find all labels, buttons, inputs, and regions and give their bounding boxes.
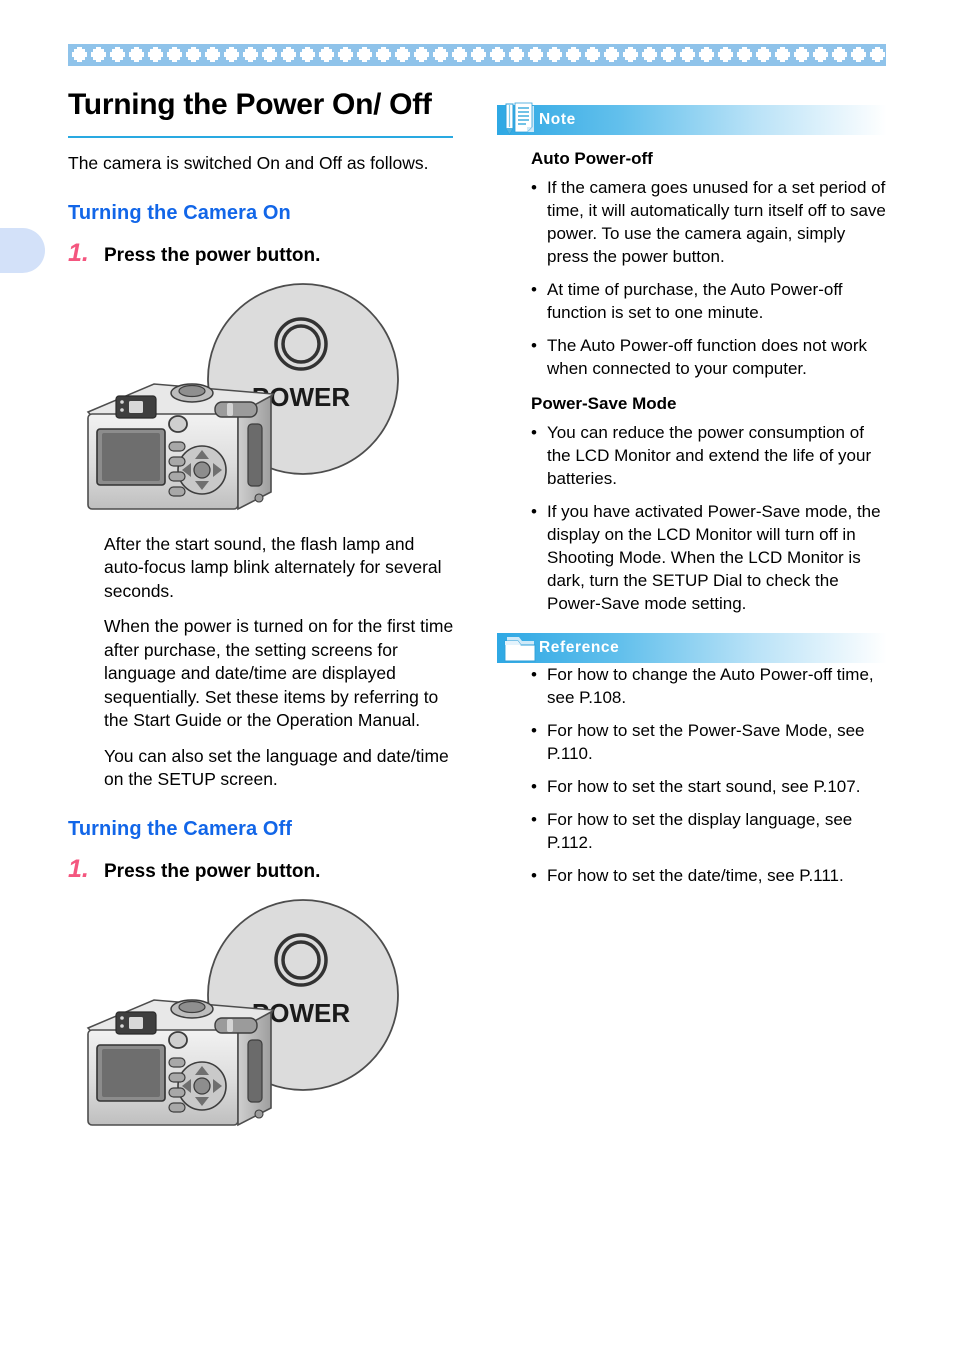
band-motif: [850, 44, 869, 66]
band-motif: [698, 44, 717, 66]
band-motif: [185, 44, 204, 66]
band-motif: [584, 44, 603, 66]
band-motif: [603, 44, 622, 66]
band-motif: [394, 44, 413, 66]
band-motif: [337, 44, 356, 66]
band-motif: [109, 44, 128, 66]
band-motif-row: [71, 44, 886, 66]
band-motif: [280, 44, 299, 66]
reference-bullet-item: For how to set the display language, see…: [531, 808, 887, 854]
left-column: Turning the Power On/ Off The camera is …: [68, 85, 458, 1135]
band-motif: [147, 44, 166, 66]
band-motif: [242, 44, 261, 66]
note-group-title: Power-Save Mode: [531, 394, 677, 413]
band-motif: [736, 44, 755, 66]
band-motif: [565, 44, 584, 66]
subheading-turning-camera-on: Turning the Camera On: [68, 201, 291, 224]
band-motif: [375, 44, 394, 66]
band-motif: [204, 44, 223, 66]
band-motif: [679, 44, 698, 66]
band-motif: [793, 44, 812, 66]
band-motif: [527, 44, 546, 66]
note-group-auto-power-off: Auto Power-off If the camera goes unused…: [497, 149, 887, 380]
step-item: 1. Press the power button.: [68, 239, 458, 268]
folder-icon: [497, 633, 539, 663]
power-button-on-camera: [168, 1030, 188, 1049]
reference-bullet-item: For how to set the Power-Save Mode, see …: [531, 719, 887, 765]
step-number: 1.: [68, 238, 89, 267]
camera-illustration-svg: POWER: [86, 898, 399, 1126]
band-motif: [451, 44, 470, 66]
figure-camera-power-off: POWER: [68, 890, 458, 1135]
paragraph: After the start sound, the flash lamp an…: [104, 533, 442, 601]
band-motif: [717, 44, 736, 66]
title-underline-rule: [68, 136, 453, 138]
band-motif: [470, 44, 489, 66]
band-motif: [622, 44, 641, 66]
reference-banner-label: Reference: [539, 639, 620, 656]
band-motif: [660, 44, 679, 66]
band-motif: [299, 44, 318, 66]
chapter-tab: [0, 228, 45, 273]
right-column: Note Auto Power-off If the camera goes u…: [497, 102, 887, 897]
figure-camera-power-on: POWER: [68, 274, 458, 519]
step-instruction: Press the power button.: [104, 244, 321, 266]
note-bullet-list: You can reduce the power consumption of …: [531, 421, 887, 615]
band-motif: [812, 44, 831, 66]
note-bullet-list: If the camera goes unused for a set peri…: [531, 176, 887, 380]
band-motif: [356, 44, 375, 66]
band-motif: [432, 44, 451, 66]
subheading-turning-camera-off: Turning the Camera Off: [68, 817, 293, 840]
note-bullet-item: At time of purchase, the Auto Power-off …: [531, 278, 887, 324]
band-motif: [71, 44, 90, 66]
note-banner-label: Note: [539, 111, 576, 128]
band-motif: [128, 44, 147, 66]
note-bullet-item: If you have activated Power-Save mode, t…: [531, 500, 887, 615]
note-pencil-paper-icon: [497, 102, 539, 135]
step-number: 1.: [68, 854, 89, 883]
note-bullet-item: If the camera goes unused for a set peri…: [531, 176, 887, 268]
step-instruction: Press the power button.: [104, 860, 321, 882]
note-bullet-item: The Auto Power-off function does not wor…: [531, 334, 887, 380]
paragraph: You can also set the language and date/t…: [104, 745, 449, 790]
step-item: 1. Press the power button.: [68, 855, 458, 884]
band-motif: [489, 44, 508, 66]
camera-illustration-svg: POWER: [86, 282, 399, 510]
band-motif: [869, 44, 886, 66]
band-motif: [831, 44, 850, 66]
note-bullet-item: You can reduce the power consumption of …: [531, 421, 887, 490]
decorative-header-band: [68, 44, 886, 66]
power-button-on-camera: [168, 414, 188, 433]
reference-bullet-item: For how to change the Auto Power-off tim…: [531, 663, 887, 709]
band-motif: [546, 44, 565, 66]
note-group-power-save-mode: Power-Save Mode You can reduce the power…: [497, 394, 887, 615]
paragraph: When the power is turned on for the firs…: [104, 616, 454, 730]
band-motif: [261, 44, 280, 66]
reference-bullet-item: For how to set the date/time, see P.111.: [531, 864, 887, 887]
reference-bullet-item: For how to set the start sound, see P.10…: [531, 775, 887, 798]
note-group-title: Auto Power-off: [531, 149, 653, 168]
reference-banner: Reference: [497, 633, 887, 663]
page-title: Turning the Power On/ Off: [68, 88, 432, 121]
note-banner: Note: [497, 102, 887, 135]
band-motif: [755, 44, 774, 66]
section-on-paragraphs: After the start sound, the flash lamp an…: [104, 533, 454, 792]
band-motif: [413, 44, 432, 66]
band-motif: [166, 44, 185, 66]
band-motif: [641, 44, 660, 66]
band-motif: [90, 44, 109, 66]
band-motif: [223, 44, 242, 66]
band-motif: [318, 44, 337, 66]
band-motif: [508, 44, 527, 66]
intro-paragraph: The camera is switched On and Off as fol…: [68, 153, 429, 173]
band-motif: [774, 44, 793, 66]
reference-bullet-list: For how to change the Auto Power-off tim…: [531, 663, 887, 887]
